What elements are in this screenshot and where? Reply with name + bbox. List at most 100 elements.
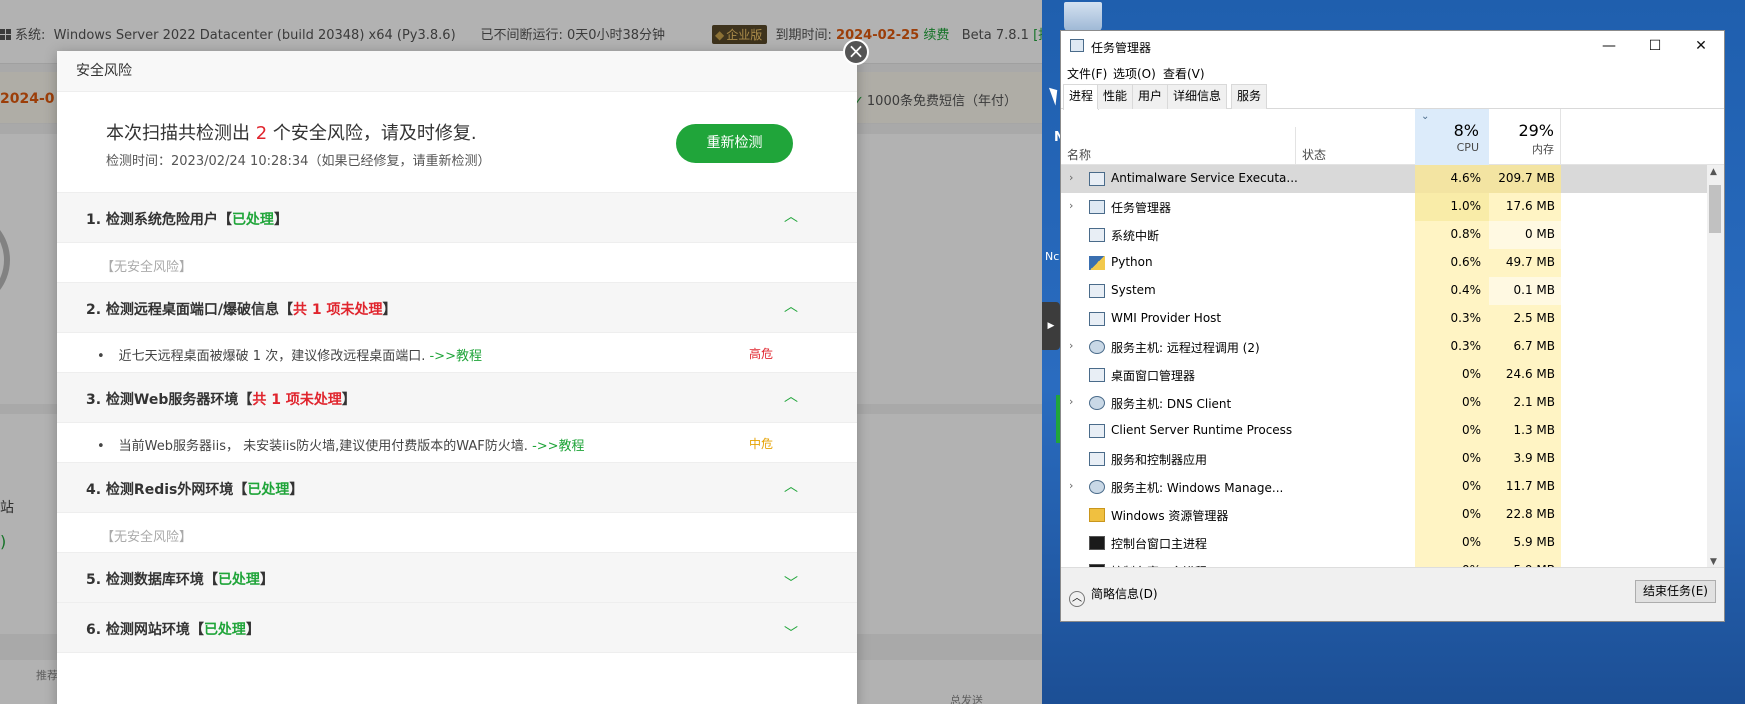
risk-item-text: 当前Web服务器iis， 未安装iis防火墙,建议使用付费版本的WAF防火墙. (118, 439, 528, 454)
tab-processes[interactable]: 进程 (1063, 84, 1100, 110)
tm-footer: ︿ 简略信息(D) 结束任务(E) (1061, 567, 1724, 621)
process-row[interactable]: › 服务主机: DNS Client 0% 2.1 MB (1061, 389, 1707, 417)
menu-options[interactable]: 选项(O) (1113, 65, 1156, 82)
process-cpu: 0% (1415, 445, 1489, 473)
bullet-icon: • (97, 349, 105, 364)
no-risk-text: 【无安全风险】 (101, 530, 193, 545)
section-header[interactable]: 4. 检测Redis外网环境【已处理】 ︿ (57, 463, 857, 513)
section-header[interactable]: 6. 检测网站环境【已处理】 ﹀ (57, 603, 857, 653)
bracket-left: 【 (189, 622, 204, 638)
menu-file[interactable]: 文件(F) (1067, 65, 1107, 82)
tm-title: 任务管理器 (1091, 41, 1152, 55)
fewer-details-label: 简略信息(D) (1091, 587, 1158, 601)
process-name: 服务主机: DNS Client (1111, 397, 1232, 411)
maximize-icon[interactable]: ☐ (1632, 31, 1678, 62)
scan-summary: 本次扫描共检测出 2 个安全风险，请及时修复. (106, 119, 477, 145)
bullet-icon: • (97, 439, 105, 454)
recycle-bin-icon[interactable] (1064, 2, 1102, 32)
chevron-up-icon[interactable]: ︿ (784, 206, 798, 226)
process-row[interactable]: 系统中断 0.8% 0 MB (1061, 221, 1707, 249)
process-memory: 11.7 MB (1489, 473, 1561, 501)
menu-view[interactable]: 查看(V) (1163, 65, 1205, 82)
minimize-icon[interactable]: — (1586, 31, 1632, 62)
scroll-up-icon[interactable]: ▲ (1710, 167, 1717, 177)
section-title-text: 2. 检测远程桌面端口/爆破信息 (86, 302, 280, 318)
fewer-details-button[interactable]: ︿ 简略信息(D) (1069, 585, 1158, 607)
process-cpu: 0.3% (1415, 305, 1489, 333)
process-row[interactable]: › 任务管理器 1.0% 17.6 MB (1061, 193, 1707, 221)
chevron-up-icon[interactable]: ︿ (784, 386, 798, 406)
expand-chevron-icon[interactable]: › (1069, 339, 1073, 352)
process-row[interactable]: 服务和控制器应用 0% 3.9 MB (1061, 445, 1707, 473)
bracket-left: 【 (238, 392, 253, 408)
risk-count: 2 (255, 123, 268, 144)
process-name: Python (1111, 255, 1153, 269)
process-name: 服务主机: 远程过程调用 (2) (1111, 341, 1260, 355)
expand-chevron-icon[interactable]: › (1069, 395, 1073, 408)
col-status[interactable]: 状态 (1302, 146, 1326, 163)
close-icon[interactable]: × (843, 39, 869, 65)
expand-chevron-icon[interactable]: › (1069, 479, 1073, 492)
scrollbar[interactable]: ▲ ▼ (1707, 165, 1724, 569)
tab-services[interactable]: 服务 (1231, 84, 1268, 109)
section-status: 已处理 (203, 622, 246, 638)
col-cpu[interactable]: ⌄ 8% CPU (1415, 109, 1489, 165)
sort-down-icon: ⌄ (1421, 111, 1430, 122)
process-row[interactable]: Python 0.6% 49.7 MB (1061, 249, 1707, 277)
chevron-down-icon[interactable]: ﹀ (784, 573, 798, 593)
process-row[interactable]: System 0.4% 0.1 MB (1061, 277, 1707, 305)
chevron-down-icon[interactable]: ﹀ (784, 623, 798, 643)
bracket-left: 【 (233, 482, 248, 498)
gear-icon (1089, 480, 1105, 494)
tab-performance[interactable]: 性能 (1097, 84, 1134, 109)
process-cpu: 0.6% (1415, 249, 1489, 277)
section-header[interactable]: 2. 检测远程桌面端口/爆破信息【共 1 项未处理】 ︿ (57, 283, 857, 333)
process-memory: 22.8 MB (1489, 501, 1561, 529)
tutorial-link[interactable]: ->>教程 (429, 349, 481, 364)
expand-chevron-icon[interactable]: › (1069, 171, 1073, 184)
process-row[interactable]: 桌面窗口管理器 0% 24.6 MB (1061, 361, 1707, 389)
scroll-thumb[interactable] (1709, 185, 1721, 233)
console-icon (1089, 536, 1105, 550)
chevron-up-icon[interactable]: ︿ (784, 476, 798, 496)
col-name[interactable]: 名称 (1067, 146, 1091, 163)
process-row[interactable]: WMI Provider Host 0.3% 2.5 MB (1061, 305, 1707, 333)
end-task-button[interactable]: 结束任务(E) (1635, 580, 1716, 603)
process-memory: 2.1 MB (1489, 389, 1561, 417)
process-name: WMI Provider Host (1111, 311, 1222, 325)
process-memory: 5.9 MB (1489, 529, 1561, 557)
process-row[interactable]: Windows 资源管理器 0% 22.8 MB (1061, 501, 1707, 529)
expand-handle-icon[interactable]: ▶ (1042, 302, 1060, 350)
tab-users[interactable]: 用户 (1132, 84, 1169, 109)
rescan-button[interactable]: 重新检测 (676, 124, 793, 163)
process-cpu: 0% (1415, 529, 1489, 557)
process-row[interactable]: › Antimalware Service Executa... 4.6% 209.7… (1061, 165, 1707, 193)
process-name: 服务主机: Windows Manage... (1111, 481, 1284, 495)
section-header[interactable]: 5. 检测数据库环境【已处理】 ﹀ (57, 553, 857, 603)
cpu-label: CPU (1456, 141, 1479, 154)
section-header[interactable]: 3. 检测Web服务器环境【共 1 项未处理】 ︿ (57, 373, 857, 423)
tab-details[interactable]: 详细信息 (1167, 84, 1228, 109)
scroll-down-icon[interactable]: ▼ (1710, 557, 1717, 567)
process-cpu: 0.3% (1415, 333, 1489, 361)
python-icon (1089, 256, 1105, 270)
section-body: • 当前Web服务器iis， 未安装iis防火墙,建议使用付费版本的WAF防火墙.… (57, 423, 857, 463)
chevron-up-icon[interactable]: ︿ (784, 296, 798, 316)
expand-chevron-icon[interactable]: › (1069, 199, 1073, 212)
tutorial-link[interactable]: ->>教程 (532, 439, 584, 454)
section-status: 已处理 (231, 212, 274, 228)
process-row[interactable]: 控制台窗口主进程 0%5.9 MB (1061, 529, 1707, 557)
window-icon (1089, 424, 1105, 438)
modal-title: 安全风险 (76, 63, 132, 79)
process-row[interactable]: › 服务主机: Windows Manage... 0% 11.7 MB (1061, 473, 1707, 501)
section-body: 【无安全风险】 (57, 513, 857, 553)
close-icon[interactable]: ✕ (1678, 31, 1724, 62)
process-name: 控制台窗口主进程 (1111, 537, 1208, 551)
process-row[interactable]: Client Server Runtime Process 0% 1.3 MB (1061, 417, 1707, 445)
section-header[interactable]: 1. 检测系统危险用户【已处理】 ︿ (57, 193, 857, 243)
process-row[interactable]: › 服务主机: 远程过程调用 (2) 0.3% 6.7 MB (1061, 333, 1707, 361)
process-memory: 0 MB (1489, 221, 1561, 249)
col-memory[interactable]: 29% 内存 (1489, 109, 1561, 165)
process-cpu: 0% (1415, 501, 1489, 529)
section-status: 已处理 (217, 572, 260, 588)
